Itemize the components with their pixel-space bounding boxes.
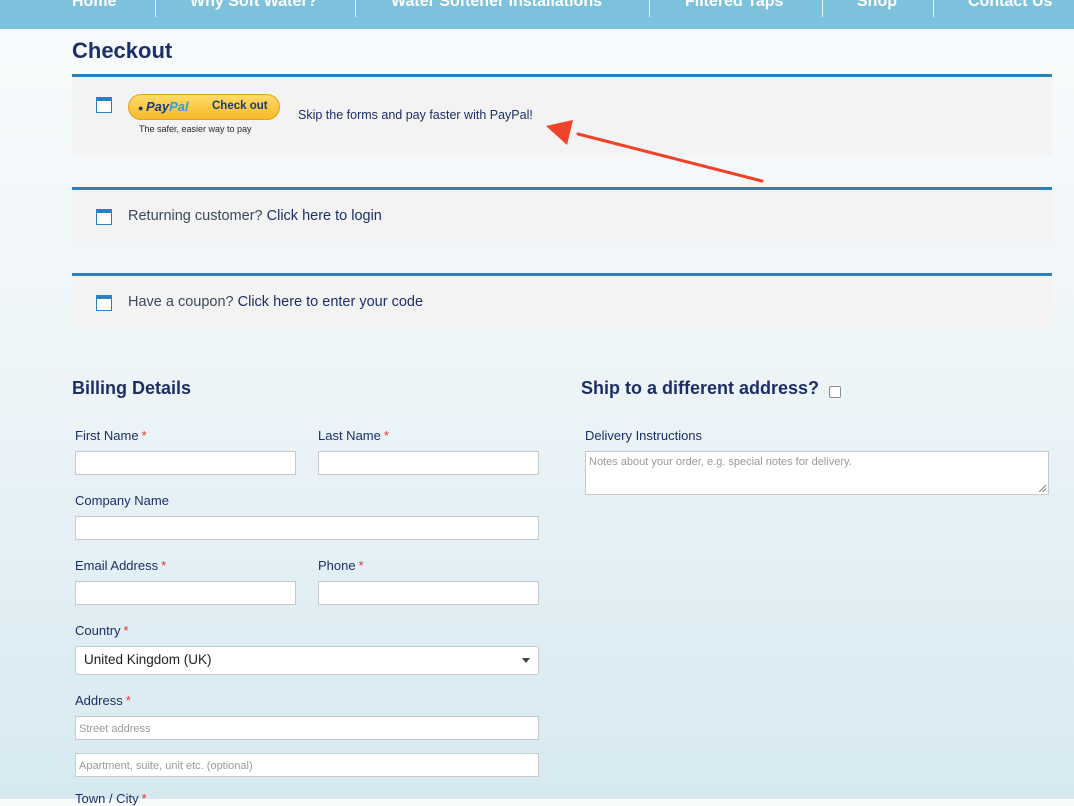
- nav-divider: [649, 0, 650, 17]
- login-notice-text: Returning customer? Click here to login: [128, 208, 382, 224]
- delivery-instructions-field[interactable]: Notes about your order, e.g. special not…: [585, 451, 1049, 495]
- apartment-field[interactable]: Apartment, suite, unit etc. (optional): [75, 753, 539, 777]
- paypal-logo: ● PayPal: [138, 99, 189, 114]
- required-marker: *: [123, 623, 129, 638]
- chevron-down-icon: [522, 658, 530, 663]
- required-marker: *: [383, 428, 389, 443]
- email-field[interactable]: [75, 581, 296, 605]
- login-link[interactable]: Click here to login: [267, 208, 382, 224]
- email-label: Email Address *: [75, 558, 167, 573]
- coupon-notice-text: Have a coupon? Click here to enter your …: [128, 294, 423, 310]
- last-name-label: Last Name *: [318, 428, 389, 443]
- company-name-field[interactable]: [75, 516, 539, 540]
- street-address-field[interactable]: Street address: [75, 716, 539, 740]
- paypal-checkout-button[interactable]: ● PayPal Check out: [128, 94, 280, 120]
- nav-why-soft-water[interactable]: Why Soft Water?: [190, 0, 317, 11]
- required-marker: *: [125, 693, 131, 708]
- nav-divider: [155, 0, 156, 17]
- street-address-placeholder: Street address: [79, 723, 151, 735]
- first-name-label: First Name *: [75, 428, 147, 443]
- nav-water-softener-installations[interactable]: Water Softener Installations: [391, 0, 602, 11]
- nav-contact-us[interactable]: Contact Us: [968, 0, 1052, 11]
- coupon-prompt: Have a coupon?: [128, 294, 234, 310]
- apartment-placeholder: Apartment, suite, unit etc. (optional): [79, 760, 253, 772]
- nav-home[interactable]: Home: [72, 0, 116, 11]
- nav-filtered-taps[interactable]: Filtered Taps: [685, 0, 783, 11]
- page-title: Checkout: [72, 38, 173, 63]
- nav-divider: [933, 0, 934, 17]
- top-navigation: Home Why Soft Water? Water Softener Inst…: [0, 0, 1074, 29]
- required-marker: *: [358, 558, 364, 573]
- paypal-checkout-label: Check out: [212, 100, 268, 112]
- coupon-link[interactable]: Click here to enter your code: [238, 294, 423, 310]
- nav-divider: [355, 0, 356, 17]
- country-label: Country *: [75, 623, 129, 638]
- login-prompt: Returning customer?: [128, 208, 263, 224]
- delivery-instructions-placeholder: Notes about your order, e.g. special not…: [589, 456, 852, 468]
- coupon-notice: Have a coupon? Click here to enter your …: [72, 273, 1052, 328]
- company-name-label: Company Name: [75, 493, 169, 508]
- country-select[interactable]: United Kingdom (UK): [75, 646, 539, 675]
- paypal-express-notice: ● PayPal Check out The safer, easier way…: [72, 74, 1052, 156]
- nav-divider: [822, 0, 823, 17]
- phone-field[interactable]: [318, 581, 539, 605]
- resize-handle-icon[interactable]: [1039, 485, 1046, 492]
- phone-label: Phone *: [318, 558, 364, 573]
- paypal-skip-text: Skip the forms and pay faster with PayPa…: [298, 108, 533, 122]
- ship-to-different-address-checkbox[interactable]: [829, 386, 841, 398]
- required-marker: *: [161, 558, 167, 573]
- delivery-instructions-label: Delivery Instructions: [585, 428, 703, 443]
- country-selected-value: United Kingdom (UK): [84, 652, 212, 667]
- login-notice: Returning customer? Click here to login: [72, 187, 1052, 242]
- last-name-field[interactable]: [318, 451, 539, 475]
- paypal-tagline: The safer, easier way to pay: [139, 124, 252, 134]
- window-icon: [96, 97, 112, 113]
- first-name-field[interactable]: [75, 451, 296, 475]
- nav-shop[interactable]: Shop: [857, 0, 897, 11]
- window-icon: [96, 295, 112, 311]
- window-icon: [96, 209, 112, 225]
- required-marker: *: [141, 428, 147, 443]
- ship-to-different-address-heading: Ship to a different address?: [581, 378, 820, 398]
- address-label: Address *: [75, 693, 131, 708]
- billing-details-heading: Billing Details: [72, 378, 192, 398]
